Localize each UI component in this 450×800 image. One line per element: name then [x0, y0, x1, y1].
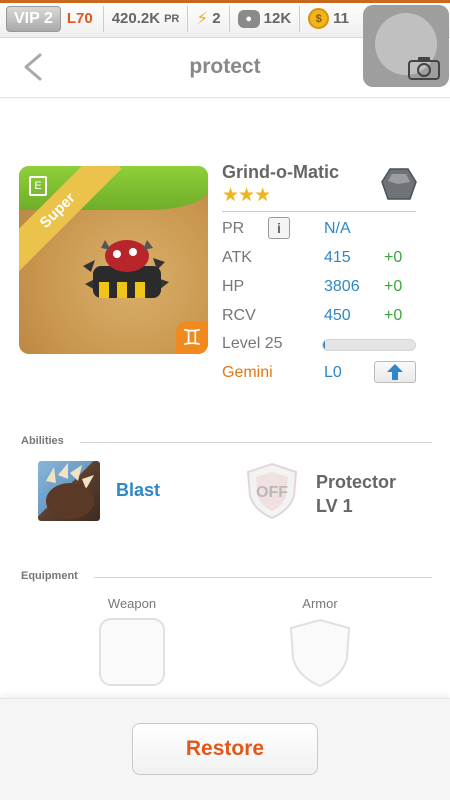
camera-icon	[408, 57, 440, 80]
stats-divider	[222, 211, 416, 212]
stat-bonus: +0	[384, 307, 403, 324]
food-value: 12K	[263, 10, 292, 27]
claw-icon	[46, 463, 94, 519]
coin-counter[interactable]: $ 11	[308, 8, 349, 29]
power-suffix: PR	[164, 12, 180, 25]
blast-ability-icon[interactable]	[38, 461, 100, 521]
divider	[102, 5, 104, 32]
primary-ability-name[interactable]: Blast	[116, 480, 160, 501]
power-rating: 420.2K PR	[112, 10, 180, 27]
weapon-label: Weapon	[107, 596, 157, 611]
power-value: 420.2K	[111, 10, 161, 27]
level-progress-bar	[322, 339, 416, 351]
status-bar-accent	[0, 0, 450, 3]
grind-o-matic-creature-icon	[83, 240, 169, 298]
monster-detail-screen: VIP 2 L70 420.2K PR ⚡ 2 ● 12K $ 11 + pro…	[0, 0, 450, 800]
player-level: L70	[66, 10, 93, 27]
stat-row-rcv: RCV 450 +0	[222, 307, 422, 329]
upgrade-sign-button[interactable]	[374, 361, 416, 383]
stat-value: 450	[324, 307, 351, 324]
coin-icon: $	[308, 8, 330, 29]
sign-row: Gemini L0	[222, 361, 422, 386]
stat-label: ATK	[222, 249, 252, 266]
divider	[187, 5, 189, 32]
stat-row-hp: HP 3806 +0	[222, 278, 422, 300]
energy-counter[interactable]: ⚡ 2	[196, 9, 220, 29]
element-card-icon: E	[29, 176, 47, 196]
secondary-ability-name: Protector	[316, 472, 397, 492]
off-badge-label: OFF	[256, 484, 288, 501]
monster-portrait[interactable]: Super E ♊	[19, 166, 208, 354]
energy-value: 2	[212, 10, 221, 27]
stat-value: 415	[324, 249, 351, 266]
armor-slot-shield-icon[interactable]	[287, 618, 353, 688]
divider	[228, 5, 230, 32]
shield-off-icon[interactable]: OFF	[244, 462, 300, 520]
stat-bonus: +0	[384, 249, 403, 266]
coin-value: 11	[333, 10, 350, 27]
equipment-divider	[94, 577, 432, 578]
stat-label: HP	[222, 278, 245, 295]
secondary-ability[interactable]: Protector LV 1	[316, 470, 396, 518]
sign-label: Gemini	[222, 364, 273, 381]
stat-value: N/A	[324, 220, 351, 237]
lightning-icon: ⚡	[196, 8, 209, 28]
stat-row-atk: ATK 415 +0	[222, 249, 422, 271]
abilities-heading: Abilities	[21, 435, 64, 447]
abilities-divider	[80, 442, 432, 443]
up-arrow-icon	[387, 364, 403, 380]
restore-button[interactable]: Restore	[132, 723, 318, 775]
info-icon[interactable]: i	[268, 217, 290, 239]
stat-label: PR	[222, 220, 245, 237]
secondary-ability-level: LV 1	[316, 496, 353, 516]
level-label: Level 25	[222, 335, 283, 352]
stat-bonus: +0	[384, 278, 403, 295]
armor-label: Armor	[302, 596, 338, 611]
screenshot-button[interactable]	[363, 5, 449, 87]
sign-level: L0	[324, 364, 342, 381]
stat-value: 3806	[324, 278, 360, 295]
gemini-sign-icon: ♊	[176, 322, 208, 354]
equipment-heading: Equipment	[21, 570, 78, 582]
divider	[299, 5, 301, 32]
level-progress-fill	[323, 340, 325, 350]
stat-row-pr: PR i N/A	[222, 217, 422, 242]
paw-icon: ●	[237, 9, 260, 28]
food-counter[interactable]: ● 12K	[237, 9, 292, 28]
star-rating: ★★★	[222, 185, 271, 206]
vip-badge[interactable]: VIP 2	[6, 5, 61, 32]
monster-name: Grind-o-Matic	[222, 162, 339, 182]
rock-element-icon[interactable]	[380, 166, 418, 202]
weapon-slot[interactable]	[99, 618, 165, 686]
stat-label: RCV	[222, 307, 256, 324]
level-row: Level 25	[222, 335, 422, 357]
